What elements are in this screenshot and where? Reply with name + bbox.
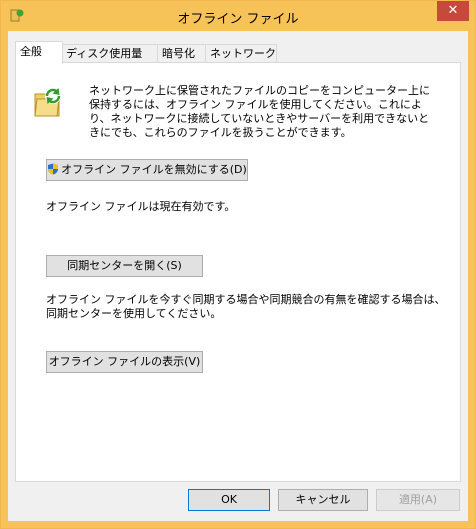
dialog-window: オフライン ファイル ✕ 全般 ディスク使用量 暗号化 ネットワーク ネットワー… [0, 0, 476, 529]
uac-shield-icon [48, 163, 59, 175]
dialog-client: 全般 ディスク使用量 暗号化 ネットワーク ネットワーク上に保管されたファイルの… [8, 31, 468, 521]
tab-network[interactable]: ネットワーク [205, 44, 277, 63]
status-text: オフライン ファイルは現在有効です。 [46, 200, 236, 213]
cancel-button[interactable]: キャンセル [278, 489, 368, 511]
title-bar[interactable]: オフライン ファイル ✕ [1, 1, 475, 31]
offline-sync-icon [34, 88, 61, 117]
disable-offline-files-label: オフライン ファイルを無効にする(D) [61, 163, 247, 176]
view-offline-files-button[interactable]: オフライン ファイルの表示(V) [46, 351, 203, 373]
tab-encryption[interactable]: 暗号化 [157, 44, 209, 63]
tab-general[interactable]: 全般 [15, 41, 63, 64]
general-tab-panel: ネットワーク上に保管されたファイルのコピーをコンピューター上に保持するには、オフ… [15, 62, 461, 482]
sync-center-description: オフライン ファイルを今すぐ同期する場合や同期競合の有無を確認する場合は、同期セ… [46, 293, 446, 320]
apply-button[interactable]: 適用(A) [376, 489, 460, 511]
disable-offline-files-button[interactable]: オフライン ファイルを無効にする(D) [46, 159, 248, 181]
ok-button[interactable]: OK [188, 489, 270, 511]
window-title: オフライン ファイル [177, 12, 299, 27]
offline-files-description: ネットワーク上に保管されたファイルのコピーをコンピューター上に保持するには、オフ… [89, 84, 430, 139]
close-button[interactable]: ✕ [437, 1, 469, 21]
tab-disk-usage[interactable]: ディスク使用量 [61, 44, 159, 63]
open-sync-center-button[interactable]: 同期センターを開く(S) [46, 255, 203, 277]
